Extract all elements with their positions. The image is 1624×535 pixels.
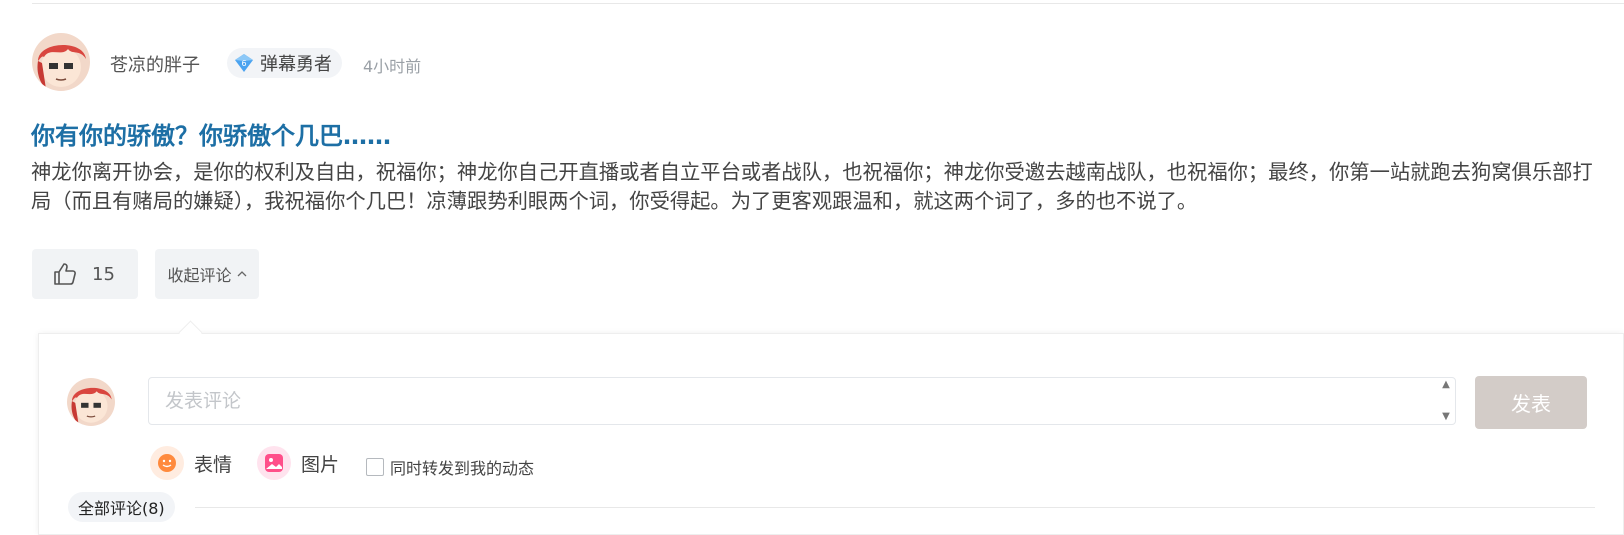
emoji-tool-button[interactable]: 表情 [150,446,232,480]
author-name[interactable]: 苍凉的胖子 [110,51,200,77]
top-divider [32,3,1624,4]
current-user-avatar [67,378,115,426]
post-time: 4小时前 [363,57,422,76]
like-count: 15 [92,263,115,285]
comments-divider [195,507,1595,508]
collapse-label: 收起评论 [167,266,232,285]
input-scroll-arrows[interactable]: ▲ ▼ [1438,379,1454,423]
like-button[interactable]: 15 [32,249,138,299]
scroll-up-arrow-icon[interactable]: ▲ [1442,379,1450,391]
share-to-feed-option[interactable]: 同时转发到我的动态 [366,455,534,479]
badge-label: 弹幕勇者 [260,54,332,75]
image-tool-button[interactable]: 图片 [257,446,339,480]
scroll-down-arrow-icon[interactable]: ▼ [1442,411,1450,423]
send-comment-button[interactable]: 发表 [1475,376,1587,429]
post-title[interactable]: 你有你的骄傲？你骄傲个几巴…… [31,116,391,151]
image-icon [257,446,291,480]
all-comments-tab[interactable]: 全部评论(8) [68,492,175,522]
author-avatar[interactable] [32,33,90,91]
share-label: 同时转发到我的动态 [390,459,535,478]
post-body: 神龙你离开协会，是你的权利及自由，祝福你；神龙你自己开直播或者自立平台或者战队，… [31,160,1593,213]
svg-text:6: 6 [241,59,246,68]
comment-panel [38,333,1624,535]
share-checkbox[interactable] [366,458,384,476]
collapse-comments-button[interactable]: 收起评论 [155,249,259,299]
user-badge: 6 弹幕勇者 [227,48,342,78]
chevron-up-icon [237,269,247,279]
emoji-icon [150,446,184,480]
emoji-label: 表情 [194,453,233,476]
thumbs-up-icon [52,261,78,287]
comment-input[interactable] [148,377,1456,425]
image-label: 图片 [301,453,340,476]
diamond-badge-icon: 6 [233,52,255,74]
